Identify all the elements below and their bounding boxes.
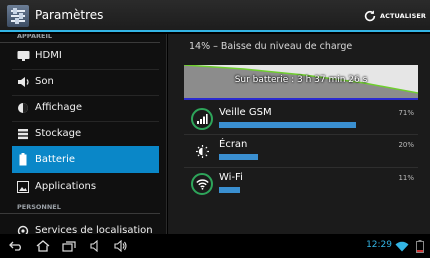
volume-down-icon[interactable]: [88, 239, 104, 253]
action-bar: Paramètres ACTUALISER: [0, 0, 430, 32]
sidebar-item-label: Applications: [35, 181, 97, 192]
wifi-icon: [191, 173, 213, 195]
settings-sliders-icon[interactable]: [7, 5, 29, 27]
row-divider: [184, 134, 418, 135]
status-clock: 12:29: [366, 240, 392, 250]
home-icon[interactable]: [35, 239, 51, 253]
sidebar-item-label: Batterie: [35, 154, 76, 165]
usage-name: Veille GSM: [219, 107, 272, 118]
usage-row-ecran[interactable]: Écran 20%: [184, 136, 418, 166]
battery-panel: 14% – Baisse du niveau de charge Sur bat…: [168, 34, 430, 234]
row-divider: [184, 167, 418, 168]
applications-icon: [16, 180, 30, 194]
usage-row-veille-gsm[interactable]: Veille GSM 71%: [184, 104, 418, 134]
storage-icon: [16, 127, 30, 141]
back-icon[interactable]: [8, 239, 24, 253]
usage-name: Écran: [219, 139, 248, 150]
sidebar-item-applications[interactable]: Applications: [12, 173, 159, 200]
system-navigation-bar: 12:29: [0, 234, 430, 258]
page-title: Paramètres: [35, 8, 104, 22]
graph-baseline: [184, 98, 418, 100]
speaker-icon: [16, 75, 30, 89]
wifi-status-icon: [395, 239, 409, 253]
graph-duration-label: Sur batterie : 3 h 37 min 26 s: [234, 75, 368, 85]
refresh-button[interactable]: ACTUALISER: [363, 6, 426, 26]
brightness-icon: [191, 140, 213, 162]
sidebar-item-label: Services de localisation: [35, 225, 153, 234]
sidebar-item-son[interactable]: Son: [12, 68, 159, 95]
usage-bar: [219, 154, 258, 160]
sidebar-item-services-de-localisation[interactable]: Services de localisation: [12, 217, 159, 234]
monitor-icon: [16, 49, 30, 63]
usage-percent: 20%: [398, 141, 414, 149]
sidebar-item-label: Affichage: [35, 102, 82, 113]
sidebar-item-affichage[interactable]: Affichage: [12, 94, 159, 121]
usage-bar: [219, 122, 357, 128]
brightness-icon: [16, 101, 30, 115]
battery-status-icon: [416, 239, 424, 253]
sidebar-item-label: Stockage: [35, 128, 82, 139]
refresh-icon: [364, 10, 376, 22]
usage-bar-track: [219, 122, 412, 128]
usage-bar-track: [219, 154, 412, 160]
cell-signal-icon: [191, 108, 213, 130]
refresh-label: ACTUALISER: [379, 12, 426, 20]
sidebar-item-hdmi[interactable]: HDMI: [12, 42, 159, 69]
settings-sidebar[interactable]: APPAREIL HDMI Son Affichage Stockage Bat…: [0, 34, 167, 234]
sidebar-item-label: HDMI: [35, 50, 62, 61]
usage-bar: [219, 187, 241, 193]
sidebar-item-batterie[interactable]: Batterie: [12, 146, 159, 173]
location-icon: [16, 224, 30, 234]
usage-bar-track: [219, 187, 412, 193]
sidebar-item-stockage[interactable]: Stockage: [12, 120, 159, 147]
volume-up-icon[interactable]: [113, 239, 129, 253]
sidebar-item-label: Son: [35, 76, 54, 87]
battery-status-text: 14% – Baisse du niveau de charge: [189, 41, 353, 52]
usage-percent: 71%: [398, 109, 414, 117]
usage-row-wifi[interactable]: Wi-Fi 11%: [184, 169, 418, 199]
usage-name: Wi-Fi: [219, 172, 243, 183]
recent-apps-icon[interactable]: [61, 239, 77, 253]
usage-percent: 11%: [398, 174, 414, 182]
section-header-personnel: PERSONNEL: [0, 202, 160, 214]
battery-history-graph[interactable]: Sur batterie : 3 h 37 min 26 s: [184, 65, 418, 98]
battery-icon: [16, 153, 30, 167]
